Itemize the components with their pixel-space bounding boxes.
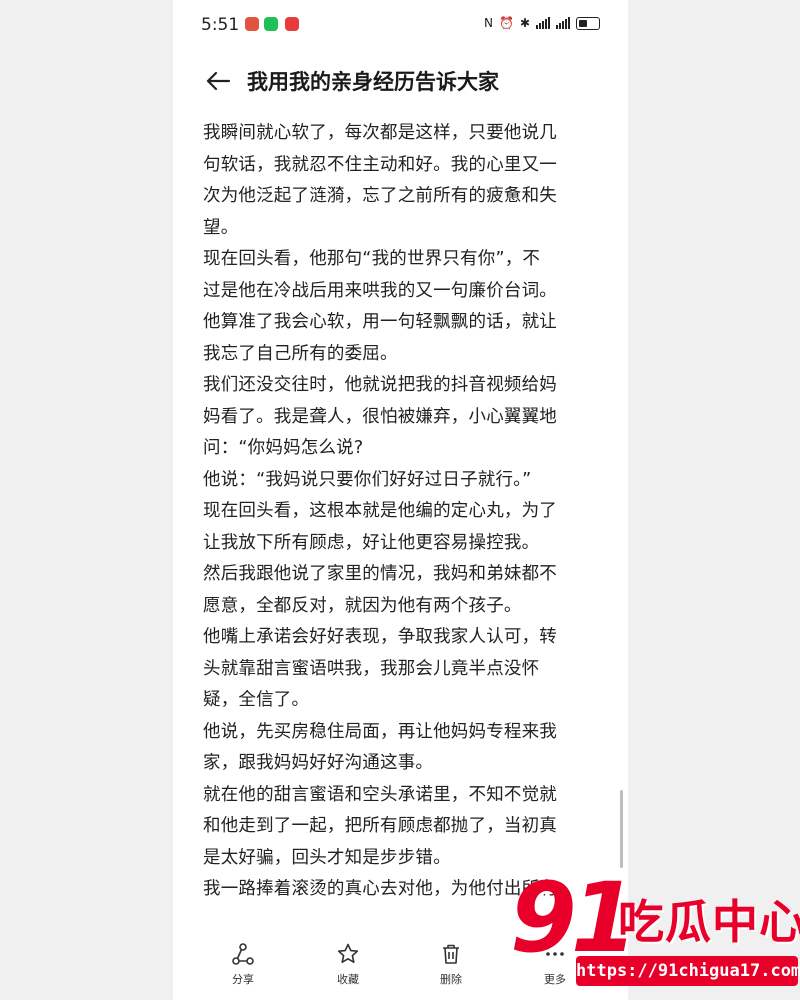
share-button[interactable]: 分享 <box>213 942 273 987</box>
logo-name: 吃瓜中心 <box>618 895 800 949</box>
wechat-icon <box>264 17 278 31</box>
alarm-icon: ⏰ <box>498 16 514 30</box>
article-line: 家，跟我妈妈好好沟通这事。 <box>203 753 434 773</box>
article-line: 他嘴上承诺会好好表现，争取我家人认可，转 <box>203 627 557 647</box>
battery-icon <box>576 16 600 30</box>
page-title: 我用我的亲身经历告诉大家 <box>247 70 499 94</box>
notification-app-icon <box>245 17 259 31</box>
share-icon <box>232 943 254 965</box>
article-line: 就在他的甜言蜜语和空头承诺里，不知不觉就 <box>203 784 557 805</box>
article-line: 头就靠甜言蜜语哄我，我那会儿竟半点没怀 <box>203 658 540 679</box>
favorite-button[interactable]: 收藏 <box>318 942 378 987</box>
notification-app-icon <box>285 17 299 31</box>
bluetooth-icon: ✱ <box>519 16 530 30</box>
logo-number: 91 <box>510 862 638 974</box>
article-line: 我忘了自己所有的委屈。 <box>203 343 398 364</box>
status-time: 5:51 <box>201 15 240 35</box>
status-icons: N ⏰ ✱ <box>484 16 600 30</box>
trash-icon <box>443 944 459 964</box>
article-line: 和他走到了一起，把所有顾虑都抛了，当初真 <box>203 816 557 836</box>
scrollbar[interactable] <box>620 790 623 868</box>
phone-screen: 5:51 N ⏰ ✱ 我用我的亲身经历告诉大家 我瞬间就心软了，每次都是这样，只… <box>173 0 628 1000</box>
delete-button[interactable]: 删除 <box>421 942 481 987</box>
article-line: 句软话，我就忍不住主动和好。我的心里又一 <box>203 154 557 175</box>
article-line: 次为他泛起了涟漪，忘了之前所有的疲惫和失 <box>203 186 557 206</box>
article-line: 问：“你妈妈怎么说? <box>203 438 364 458</box>
nfc-icon: N <box>484 16 493 30</box>
logo-url: https://91chigua17.com <box>576 956 800 986</box>
back-arrow-icon[interactable] <box>203 66 233 96</box>
signal-icon <box>536 17 550 29</box>
signal-icon <box>556 17 570 29</box>
article-header: 我用我的亲身经历告诉大家 <box>173 62 628 102</box>
article-line: 他算准了我会心软，用一句轻飘飘的话，就让 <box>203 312 557 332</box>
article-line: 疑，全信了。 <box>203 690 310 710</box>
status-bar: 5:51 N ⏰ ✱ <box>173 0 628 52</box>
article-line: 妈看了。我是聋人，很怕被嫌弃，小心翼翼地 <box>203 406 557 427</box>
article-line: 现在回头看，这根本就是他编的定心丸，为了 <box>203 501 557 521</box>
article-line: 现在回头看，他那句“我的世界只有你”，不 <box>203 249 541 269</box>
article-line: 望。 <box>203 217 239 238</box>
article-line: 他说：“我妈说只要你们好好过日子就行。” <box>203 469 532 490</box>
article-line: 让我放下所有顾虑，好让他更容易操控我。 <box>203 532 540 553</box>
favorite-label: 收藏 <box>337 973 359 986</box>
article-line: 他说，先买房稳住局面，再让他妈妈专程来我 <box>203 721 557 742</box>
article-line: 然后我跟他说了家里的情况，我妈和弟妹都不 <box>203 564 557 584</box>
delete-label: 删除 <box>440 973 462 986</box>
article-line: 我们还没交往时，他就说把我的抖音视频给妈 <box>203 375 557 395</box>
article-body[interactable]: 我瞬间就心软了，每次都是这样，只要他说几 句软话，我就忍不住主动和好。我的心里又一… <box>203 118 598 930</box>
article-line: 过是他在冷战后用来哄我的又一句廉价台词。 <box>203 280 557 301</box>
article-line: 我瞬间就心软了，每次都是这样，只要他说几 <box>203 123 557 143</box>
star-icon <box>337 943 359 963</box>
site-watermark-logo: 91 吃瓜中心 https://91chigua17.com <box>510 868 800 1000</box>
article-line: 愿意，全都反对，就因为他有两个孩子。 <box>203 595 522 616</box>
share-label: 分享 <box>232 973 254 986</box>
